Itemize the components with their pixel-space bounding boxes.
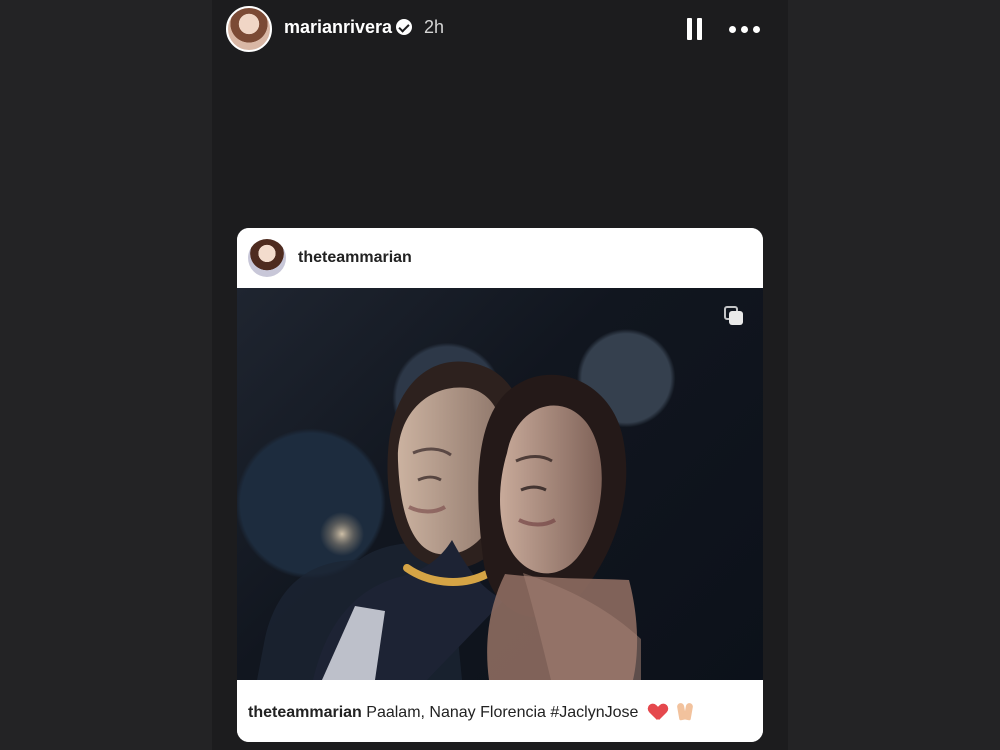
more-dot (753, 26, 760, 33)
background-light (320, 512, 364, 556)
post-photo[interactable] (237, 288, 763, 680)
post-time: 2h (424, 17, 445, 37)
carousel-icon[interactable] (724, 306, 744, 326)
pause-icon[interactable] (686, 18, 704, 40)
post-caption: theteammarian Paalam, Nanay Florencia #J… (248, 702, 693, 722)
more-icon[interactable] (729, 26, 761, 34)
verified-badge-icon (396, 19, 412, 35)
caption-username[interactable]: theteammarian (248, 704, 362, 721)
heart-icon (649, 704, 667, 720)
story-header: marianrivera 2h (226, 6, 766, 54)
pray-icon (677, 702, 693, 720)
shared-post-header[interactable]: theteammarian (237, 228, 763, 288)
avatar[interactable] (226, 6, 272, 52)
profile-username[interactable]: marianrivera (284, 17, 392, 38)
shared-post-card[interactable]: theteammarian theteammarian Paalam, Nana… (237, 228, 763, 742)
caption-bar: theteammarian Paalam, Nanay Florencia #J… (237, 680, 763, 742)
more-dot (741, 26, 748, 33)
avatar[interactable] (248, 239, 286, 277)
more-dot (729, 26, 736, 33)
photo-illustration (257, 361, 641, 680)
caption-text: Paalam, Nanay Florencia #JaclynJose (366, 704, 639, 721)
shared-post-username[interactable]: theteammarian (298, 249, 412, 267)
